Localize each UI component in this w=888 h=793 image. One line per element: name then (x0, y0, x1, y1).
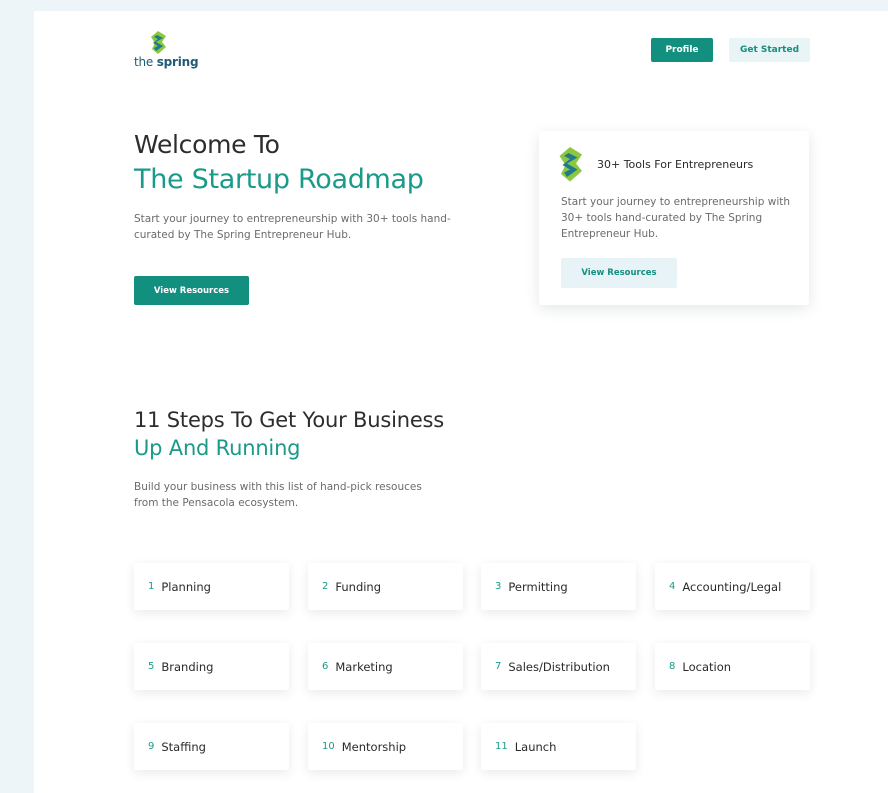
step-number: 8 (669, 661, 676, 672)
step-number: 4 (669, 581, 676, 592)
step-number: 11 (495, 741, 508, 752)
step-tile-planning[interactable]: 1 Planning (134, 563, 289, 610)
step-label: Permitting (508, 579, 568, 594)
step-label: Planning (161, 579, 211, 594)
steps-title-line2: Up And Running (134, 436, 301, 460)
step-label: Sales/Distribution (508, 659, 610, 674)
step-number: 9 (148, 741, 155, 752)
step-tile-marketing[interactable]: 6 Marketing (308, 643, 463, 690)
steps-title-line1: 11 Steps To Get Your Business (134, 408, 445, 432)
step-tile-location[interactable]: 8 Location (655, 643, 810, 690)
step-number: 1 (148, 581, 155, 592)
step-number: 5 (148, 661, 155, 672)
step-tile-mentorship[interactable]: 10 Mentorship (308, 723, 463, 770)
hero-description: Start your journey to entrepreneurship w… (134, 213, 451, 241)
step-number: 6 (322, 661, 329, 672)
step-tile-accounting-legal[interactable]: 4 Accounting/Legal (655, 563, 810, 610)
step-tile-sales-distribution[interactable]: 7 Sales/Distribution (481, 643, 636, 690)
tools-card: 30+ Tools For Entrepreneurs Start your j… (539, 131, 809, 305)
hero-view-resources-button[interactable]: View Resources (134, 276, 249, 305)
step-label: Mentorship (341, 739, 407, 754)
spring-logo[interactable]: the spring (134, 31, 199, 73)
step-number: 7 (495, 661, 502, 672)
logo-wordmark: the spring (134, 55, 199, 69)
step-tile-branding[interactable]: 5 Branding (134, 643, 289, 690)
get-started-button[interactable]: Get Started (729, 38, 810, 62)
step-number: 2 (322, 581, 329, 592)
step-tile-staffing[interactable]: 9 Staffing (134, 723, 289, 770)
card-description: Start your journey to entrepreneurship w… (561, 196, 791, 240)
spring-logo-icon (151, 31, 166, 54)
logo-prefix: the (134, 55, 154, 69)
step-label: Location (682, 659, 732, 674)
step-label: Branding (161, 659, 214, 674)
logo-brand: spring (156, 55, 199, 69)
step-tile-permitting[interactable]: 3 Permitting (481, 563, 636, 610)
spring-logo-icon (559, 147, 582, 182)
hero-title-line1: Welcome To (134, 130, 280, 159)
profile-button[interactable]: Profile (651, 38, 713, 62)
step-number: 3 (495, 581, 502, 592)
step-label: Marketing (335, 659, 393, 674)
step-tile-funding[interactable]: 2 Funding (308, 563, 463, 610)
step-tile-launch[interactable]: 11 Launch (481, 723, 636, 770)
step-label: Funding (335, 579, 382, 594)
card-view-resources-button[interactable]: View Resources (561, 258, 677, 288)
steps-description: Build your business with this list of ha… (134, 481, 422, 509)
step-label: Accounting/Legal (682, 579, 782, 594)
hero-title-line2: The Startup Roadmap (134, 164, 424, 195)
card-title: 30+ Tools For Entrepreneurs (597, 158, 754, 171)
step-label: Launch (514, 739, 557, 754)
step-number: 10 (322, 741, 335, 752)
step-label: Staffing (161, 739, 206, 754)
page: the spring Profile Get Started Welcome T… (34, 11, 888, 793)
